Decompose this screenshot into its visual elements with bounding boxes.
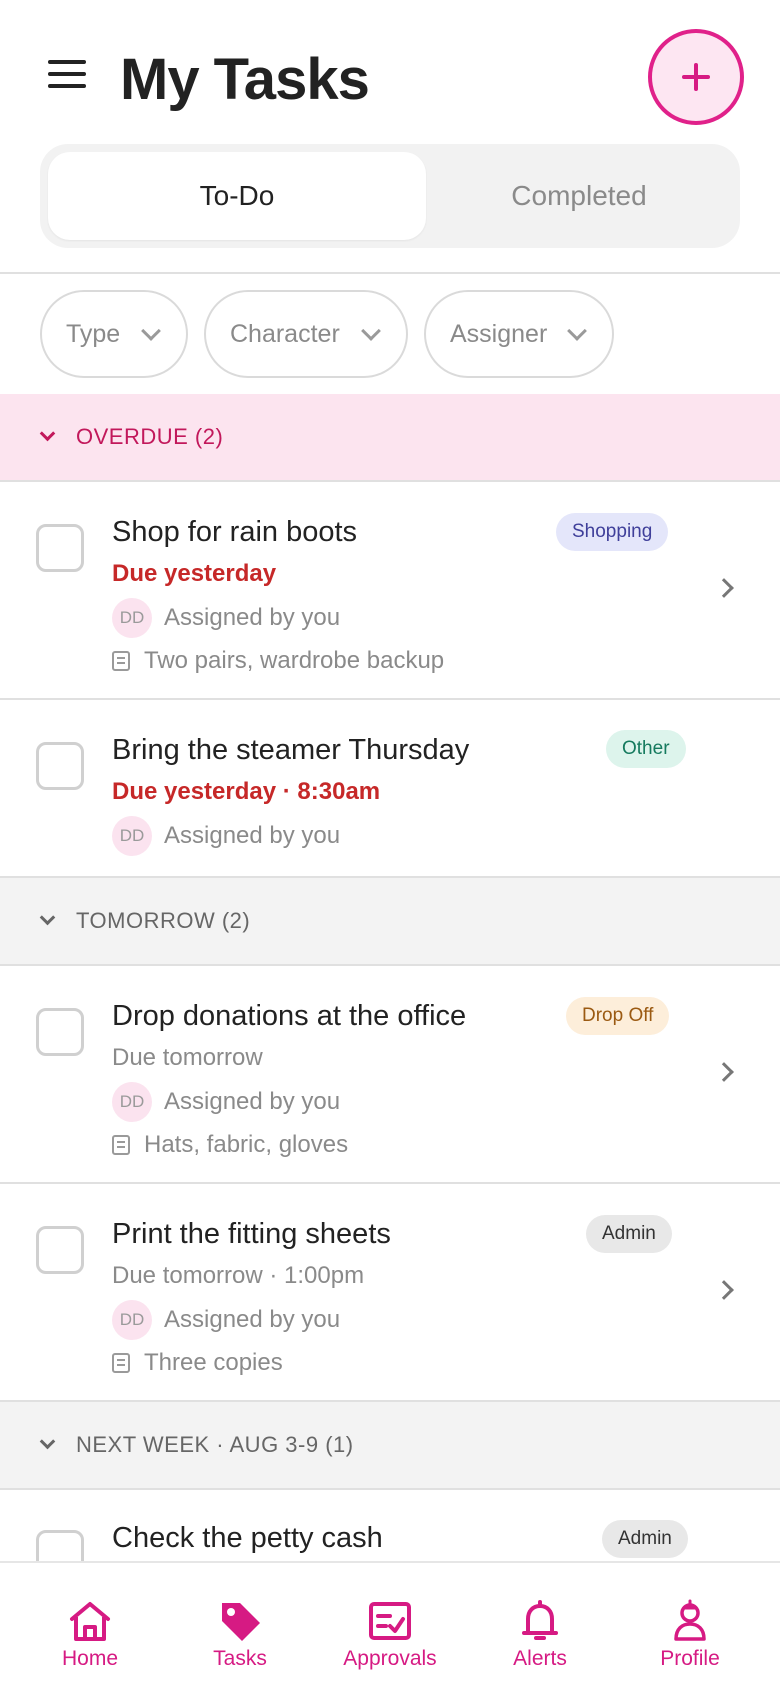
- filter-assigner-label: Assigner: [450, 319, 548, 348]
- tag-icon: [222, 1603, 260, 1641]
- note-icon: [112, 1135, 130, 1155]
- filter-character[interactable]: Character: [204, 290, 408, 378]
- assigned-text: Assigned by you: [164, 1306, 341, 1333]
- avatar: DD: [112, 1300, 152, 1340]
- profile-icon: [674, 1599, 706, 1641]
- task-row[interactable]: Check the petty cash Admin: [0, 1490, 780, 1561]
- divider: [0, 272, 780, 274]
- menu-icon[interactable]: [48, 60, 88, 92]
- section-overdue-label: OVERDUE (2): [76, 424, 224, 449]
- chevron-down-icon: [361, 321, 381, 341]
- bottom-nav: Home Tasks Approvals Alerts Profile: [0, 1561, 780, 1688]
- task-row[interactable]: Drop donations at the office Due tomorro…: [0, 966, 780, 1182]
- task-assigner: DD Assigned by you: [112, 598, 340, 638]
- chevron-down-icon: [39, 1433, 56, 1450]
- task-checkbox[interactable]: [36, 742, 84, 790]
- task-checkbox[interactable]: [36, 1008, 84, 1056]
- assigned-text: Assigned by you: [164, 1088, 341, 1115]
- category-badge: Drop Off: [566, 997, 670, 1035]
- task-checkbox[interactable]: [36, 524, 84, 572]
- tab-todo[interactable]: To-Do: [48, 152, 426, 240]
- task-title: Bring the steamer Thursday: [112, 734, 470, 766]
- header: My Tasks: [0, 0, 780, 140]
- section-tomorrow-label: TOMORROW (2): [76, 908, 251, 933]
- filter-type-label: Type: [66, 319, 121, 348]
- nav-approvals[interactable]: Approvals: [315, 1563, 465, 1690]
- chevron-right-icon[interactable]: [714, 1062, 734, 1082]
- task-row[interactable]: Shop for rain boots Due yesterday DD Ass…: [0, 482, 780, 698]
- category-badge: Other: [606, 730, 686, 768]
- nav-alerts-label: Alerts: [513, 1647, 567, 1670]
- nav-profile[interactable]: Profile: [615, 1563, 765, 1690]
- approvals-icon: [369, 1602, 411, 1640]
- task-due: Due yesterday: [112, 560, 277, 587]
- chevron-down-icon: [567, 321, 587, 341]
- chevron-down-icon: [39, 909, 56, 926]
- assigned-text: Assigned by you: [164, 822, 341, 849]
- category-badge: Admin: [602, 1520, 688, 1558]
- chevron-down-icon: [39, 425, 56, 442]
- chevron-down-icon: [141, 321, 161, 341]
- note-text: Hats, fabric, gloves: [144, 1131, 349, 1158]
- nav-approvals-label: Approvals: [343, 1647, 437, 1670]
- task-title: Check the petty cash: [112, 1522, 383, 1554]
- task-note: Two pairs, wardrobe backup: [112, 644, 444, 678]
- add-task-button[interactable]: [648, 29, 744, 125]
- task-checkbox[interactable]: [36, 1530, 84, 1561]
- assigned-text: Assigned by you: [164, 604, 341, 631]
- nav-tasks[interactable]: Tasks: [165, 1563, 315, 1690]
- avatar: DD: [112, 816, 152, 856]
- category-badge: Shopping: [556, 513, 669, 551]
- task-row[interactable]: Print the fitting sheets Due tomorrow · …: [0, 1184, 780, 1400]
- nav-profile-label: Profile: [660, 1647, 720, 1670]
- category-badge: Admin: [586, 1215, 672, 1253]
- nav-home[interactable]: Home: [15, 1563, 165, 1690]
- filter-assigner[interactable]: Assigner: [424, 290, 614, 378]
- task-note: Hats, fabric, gloves: [112, 1128, 348, 1162]
- note-icon: [112, 1353, 130, 1373]
- avatar: DD: [112, 598, 152, 638]
- task-checkbox[interactable]: [36, 1226, 84, 1274]
- section-next-week-label: NEXT WEEK · AUG 3-9 (1): [76, 1432, 354, 1457]
- page-title: My Tasks: [120, 47, 370, 112]
- nav-home-label: Home: [61, 1647, 119, 1670]
- nav-alerts[interactable]: Alerts: [465, 1563, 615, 1690]
- task-note: Three copies: [112, 1346, 283, 1380]
- tab-switcher: To-Do Completed: [40, 144, 740, 248]
- home-icon: [70, 1602, 110, 1641]
- task-due: Due tomorrow · 1:00pm: [112, 1262, 365, 1289]
- note-text: Two pairs, wardrobe backup: [144, 647, 445, 674]
- nav-tasks-label: Tasks: [213, 1647, 267, 1670]
- task-due: Due tomorrow: [112, 1044, 263, 1071]
- task-title: Print the fitting sheets: [112, 1218, 391, 1250]
- section-overdue[interactable]: OVERDUE (2): [0, 394, 780, 482]
- avatar: DD: [112, 1082, 152, 1122]
- task-assigner: DD Assigned by you: [112, 1300, 340, 1340]
- chevron-right-icon[interactable]: [714, 1280, 734, 1300]
- section-tomorrow[interactable]: TOMORROW (2): [0, 878, 780, 966]
- tab-completed[interactable]: Completed: [426, 152, 732, 240]
- bell-icon: [522, 1600, 558, 1640]
- filter-character-label: Character: [230, 319, 340, 348]
- chevron-right-icon[interactable]: [714, 578, 734, 598]
- task-due: Due yesterday · 8:30am: [112, 778, 381, 805]
- note-icon: [112, 651, 130, 671]
- task-title: Drop donations at the office: [112, 1000, 467, 1032]
- task-title: Shop for rain boots: [112, 516, 358, 548]
- filter-type[interactable]: Type: [40, 290, 188, 378]
- section-next-week[interactable]: NEXT WEEK · AUG 3-9 (1): [0, 1402, 780, 1490]
- note-text: Three copies: [144, 1349, 283, 1376]
- task-assigner: DD Assigned by you: [112, 1082, 340, 1122]
- task-assigner: DD Assigned by you: [112, 816, 340, 856]
- task-row[interactable]: Bring the steamer Thursday Due yesterday…: [0, 700, 780, 876]
